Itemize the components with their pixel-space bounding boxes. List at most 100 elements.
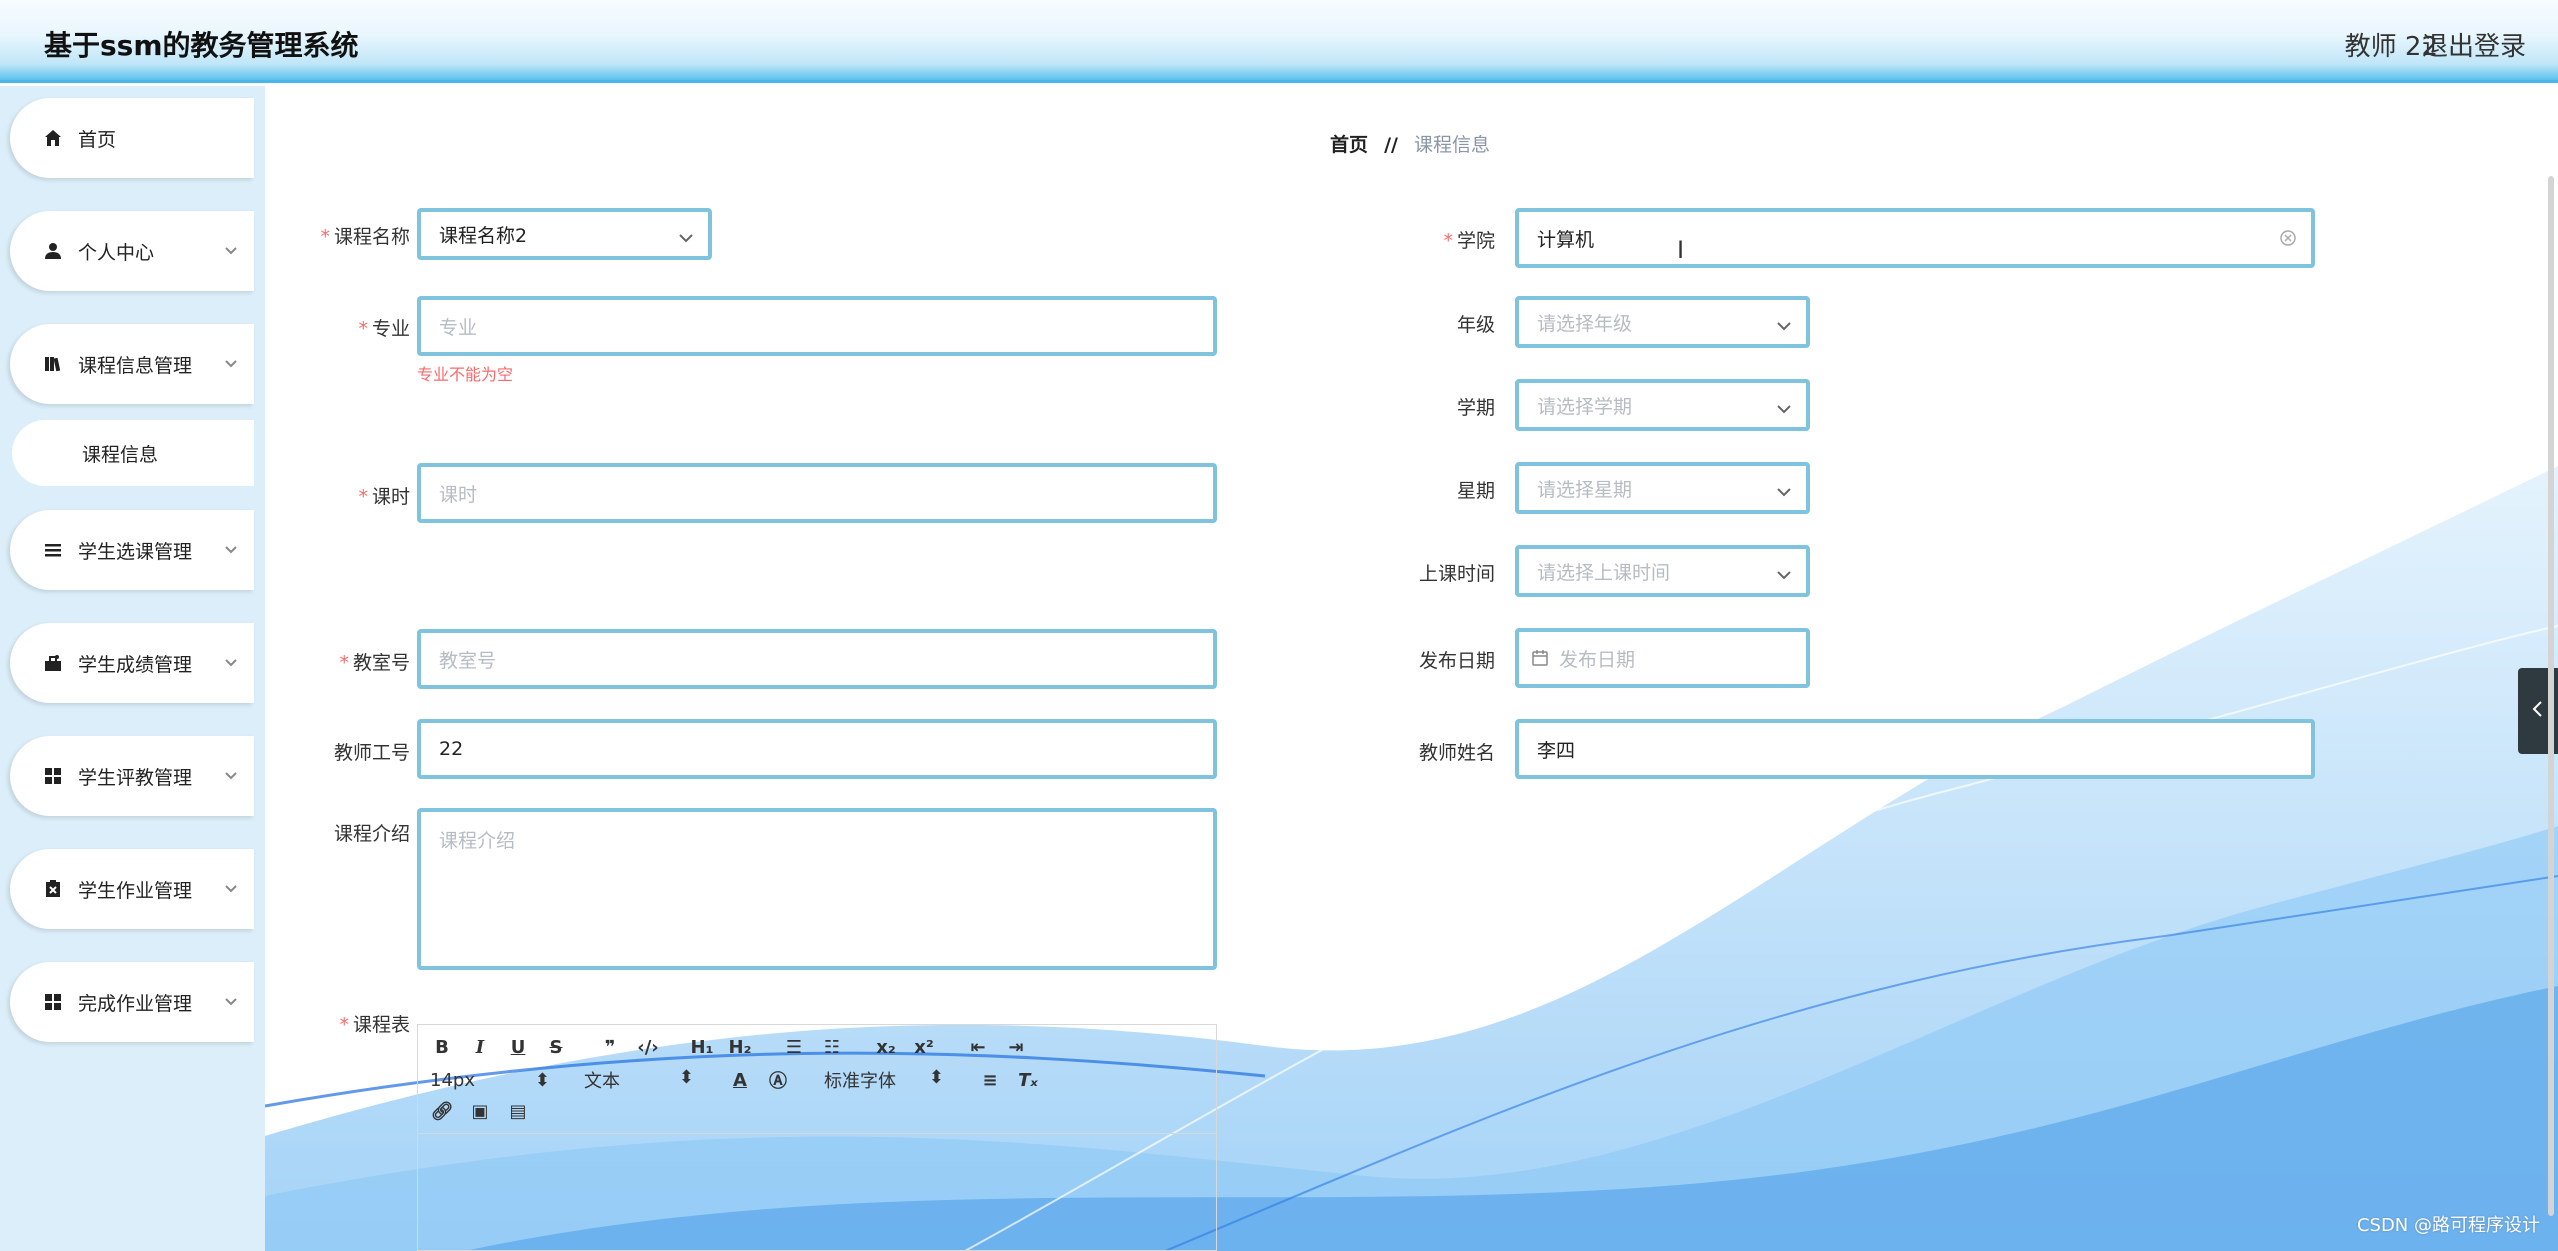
sidebar-item-completed-homework[interactable]: 完成作业管理	[10, 962, 254, 1042]
font-size-select[interactable]: 14px ⬍	[430, 1070, 550, 1091]
sidebar-item-score-management[interactable]: 学生成绩管理	[10, 623, 254, 703]
clipboard-icon	[42, 878, 64, 900]
code-block-icon[interactable]: ‹/›	[636, 1035, 660, 1059]
sidebar-item-label: 学生选课管理	[78, 540, 193, 563]
intro-textarea[interactable]: 课程介绍	[417, 808, 1217, 970]
chevron-down-icon	[224, 651, 238, 673]
chevron-down-icon	[224, 877, 238, 899]
term-select[interactable]: 请选择学期	[1515, 379, 1810, 431]
heading2-button[interactable]: H₂	[728, 1035, 752, 1059]
grid-icon	[42, 991, 64, 1013]
course-name-label: * 课程名称	[320, 226, 410, 248]
breadcrumb-home[interactable]: 首页	[1330, 134, 1368, 156]
editor-toolbar-row-3: 🔗︎ ▣ ▤	[430, 1099, 544, 1123]
blockquote-icon[interactable]: ❞	[598, 1035, 622, 1059]
chevron-down-icon	[1776, 481, 1792, 503]
term-label: 学期	[1456, 397, 1495, 419]
publish-date-picker[interactable]: 发布日期	[1515, 628, 1810, 688]
outdent-icon[interactable]: ⇤	[966, 1035, 990, 1059]
chevron-down-icon	[1776, 315, 1792, 337]
strikethrough-button[interactable]: S	[544, 1035, 568, 1059]
editor-toolbar-row-2: 14px ⬍ 文本 ⬍ A Ⓐ 标准字体 ⬍ ≡ Tₓ	[430, 1067, 1054, 1093]
text-cursor-icon: I	[1677, 236, 1685, 264]
breadcrumb-current: 课程信息	[1414, 134, 1491, 156]
background-color-icon[interactable]: Ⓐ	[766, 1068, 790, 1092]
teacher-name-input[interactable]: 李四	[1515, 719, 2315, 779]
sidebar-item-course-management[interactable]: 课程信息管理	[10, 324, 254, 404]
sidebar-item-evaluation-management[interactable]: 学生评教管理	[10, 736, 254, 816]
breadcrumb-separator: //	[1384, 134, 1398, 156]
font-color-icon[interactable]: A	[728, 1068, 752, 1092]
sidebar: 首页 个人中心 课程信息管理 课程信息 学生选课管理 学生成绩管理 学生评教管理…	[0, 86, 265, 1251]
sidebar-item-label: 课程信息	[82, 443, 159, 466]
editor-toolbar-row-1: B I U S ❞ ‹/› H₁ H₂ ☰ ☷ x₂ x² ⇤ ⇥	[430, 1035, 1042, 1059]
home-icon	[42, 127, 64, 149]
schedule-label: * 课程表	[339, 1014, 410, 1036]
sidebar-item-label: 首页	[78, 128, 117, 151]
class-time-select[interactable]: 请选择上课时间	[1515, 545, 1810, 597]
classroom-label: * 教室号	[339, 652, 410, 674]
chevron-down-icon	[678, 227, 694, 249]
sidebar-item-label: 个人中心	[78, 241, 155, 264]
class-time-label: 上课时间	[1418, 563, 1495, 585]
sidebar-item-label: 完成作业管理	[78, 992, 193, 1015]
hours-input[interactable]: 课时	[417, 463, 1217, 523]
classroom-input[interactable]: 教室号	[417, 629, 1217, 689]
schedule-rich-text-editor[interactable]: B I U S ❞ ‹/› H₁ H₂ ☰ ☷ x₂ x² ⇤ ⇥ 14px ⬍ …	[417, 1024, 1217, 1251]
user-icon	[42, 240, 64, 262]
image-icon[interactable]: ▣	[468, 1099, 492, 1123]
book-icon	[42, 353, 64, 375]
sidebar-item-homework-management[interactable]: 学生作业管理	[10, 849, 254, 929]
teacher-id-label: 教师工号	[333, 742, 410, 764]
chevron-down-icon	[224, 239, 238, 261]
weekday-select[interactable]: 请选择星期	[1515, 462, 1810, 514]
list-icon	[42, 539, 64, 561]
chevron-left-icon	[2531, 699, 2545, 723]
sidebar-item-course-selection[interactable]: 学生选课管理	[10, 510, 254, 590]
sidebar-item-personal-center[interactable]: 个人中心	[10, 211, 254, 291]
heading1-button[interactable]: H₁	[690, 1035, 714, 1059]
weekday-label: 星期	[1456, 480, 1495, 502]
top-header: 基于ssm的教务管理系统 教师 22 退出登录	[0, 0, 2558, 83]
editor-divider	[418, 1133, 1216, 1134]
vertical-scrollbar[interactable]	[2548, 176, 2554, 1216]
sidebar-item-label: 学生作业管理	[78, 879, 193, 902]
clear-icon[interactable]	[2279, 229, 2297, 252]
underline-button[interactable]: U	[506, 1035, 530, 1059]
sidebar-subitem-course-info[interactable]: 课程信息	[12, 420, 254, 486]
chevron-down-icon	[1776, 564, 1792, 586]
grade-select[interactable]: 请选择年级	[1515, 296, 1810, 348]
indent-icon[interactable]: ⇥	[1004, 1035, 1028, 1059]
app-title: 基于ssm的教务管理系统	[44, 29, 359, 62]
superscript-button[interactable]: x²	[912, 1035, 936, 1059]
chevron-down-icon	[1776, 398, 1792, 420]
course-name-select[interactable]: 课程名称2	[417, 208, 712, 260]
score-icon	[42, 652, 64, 674]
major-error-message: 专业不能为空	[417, 365, 514, 384]
sidebar-item-label: 课程信息管理	[78, 354, 193, 377]
italic-button[interactable]: I	[468, 1035, 492, 1059]
teacher-id-input[interactable]: 22	[417, 719, 1217, 779]
link-icon[interactable]: 🔗︎	[430, 1099, 454, 1123]
bold-button[interactable]: B	[430, 1035, 454, 1059]
major-label: * 专业	[358, 318, 410, 340]
bullet-list-icon[interactable]: ☷	[820, 1035, 844, 1059]
clear-format-icon[interactable]: Tₓ	[1016, 1068, 1040, 1092]
main-content: 首页 // 课程信息 * 课程名称 课程名称2 * 专业 专业 专业不能为空 * 课时…	[265, 86, 2558, 1251]
subscript-button[interactable]: x₂	[874, 1035, 898, 1059]
sidebar-item-home[interactable]: 首页	[10, 98, 254, 178]
align-icon[interactable]: ≡	[978, 1068, 1002, 1092]
chevron-down-icon	[224, 352, 238, 374]
breadcrumb: 首页 // 课程信息	[1330, 130, 1490, 157]
college-input[interactable]: 计算机	[1515, 208, 2315, 268]
watermark-text: CSDN @路可程序设计	[2356, 1215, 2540, 1236]
text-style-select[interactable]: 文本 ⬍	[584, 1067, 694, 1093]
font-family-select[interactable]: 标准字体 ⬍	[824, 1067, 944, 1093]
major-input[interactable]: 专业	[417, 296, 1217, 356]
publish-date-label: 发布日期	[1418, 650, 1495, 672]
ordered-list-icon[interactable]: ☰	[782, 1035, 806, 1059]
video-icon[interactable]: ▤	[506, 1099, 530, 1123]
logout-button[interactable]: 退出登录	[2422, 26, 2526, 63]
teacher-name-label: 教师姓名	[1418, 742, 1495, 764]
sidebar-item-label: 学生评教管理	[78, 766, 193, 789]
